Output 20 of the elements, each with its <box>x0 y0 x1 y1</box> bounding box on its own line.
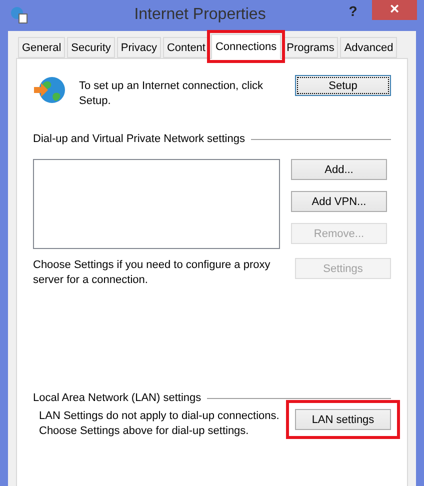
close-button[interactable]: × <box>372 0 417 20</box>
tab[interactable]: Advanced <box>340 37 398 58</box>
tab[interactable]: Content <box>162 37 210 58</box>
help-button[interactable]: ? <box>342 0 364 22</box>
dialup-button[interactable]: Add... <box>291 159 387 180</box>
tab[interactable]: General <box>18 37 66 58</box>
dialup-button[interactable]: Add VPN... <box>291 191 387 212</box>
setup-button[interactable]: Setup <box>295 75 391 96</box>
lan-settings-button[interactable]: LAN settings <box>295 409 391 430</box>
setup-text: To set up an Internet connection, click Setup. <box>79 79 264 109</box>
proxy-text: Choose Settings if you need to configure a proxy server for a connection. <box>33 258 272 288</box>
tab[interactable]: Privacy <box>116 37 161 58</box>
app-icon <box>10 6 28 24</box>
tab[interactable]: Security <box>67 37 115 58</box>
tab[interactable]: Programs <box>282 37 338 58</box>
lan-text: LAN Settings do not apply to dial-up connections. Choose Settings above for dial-up settings. <box>39 409 280 439</box>
group-heading: Local Area Network (LAN) settings <box>33 392 202 404</box>
connection-list[interactable] <box>33 159 280 249</box>
group-heading: Dial-up and Virtual Private Network settings <box>33 133 245 145</box>
window-title: Internet Properties <box>133 6 267 24</box>
